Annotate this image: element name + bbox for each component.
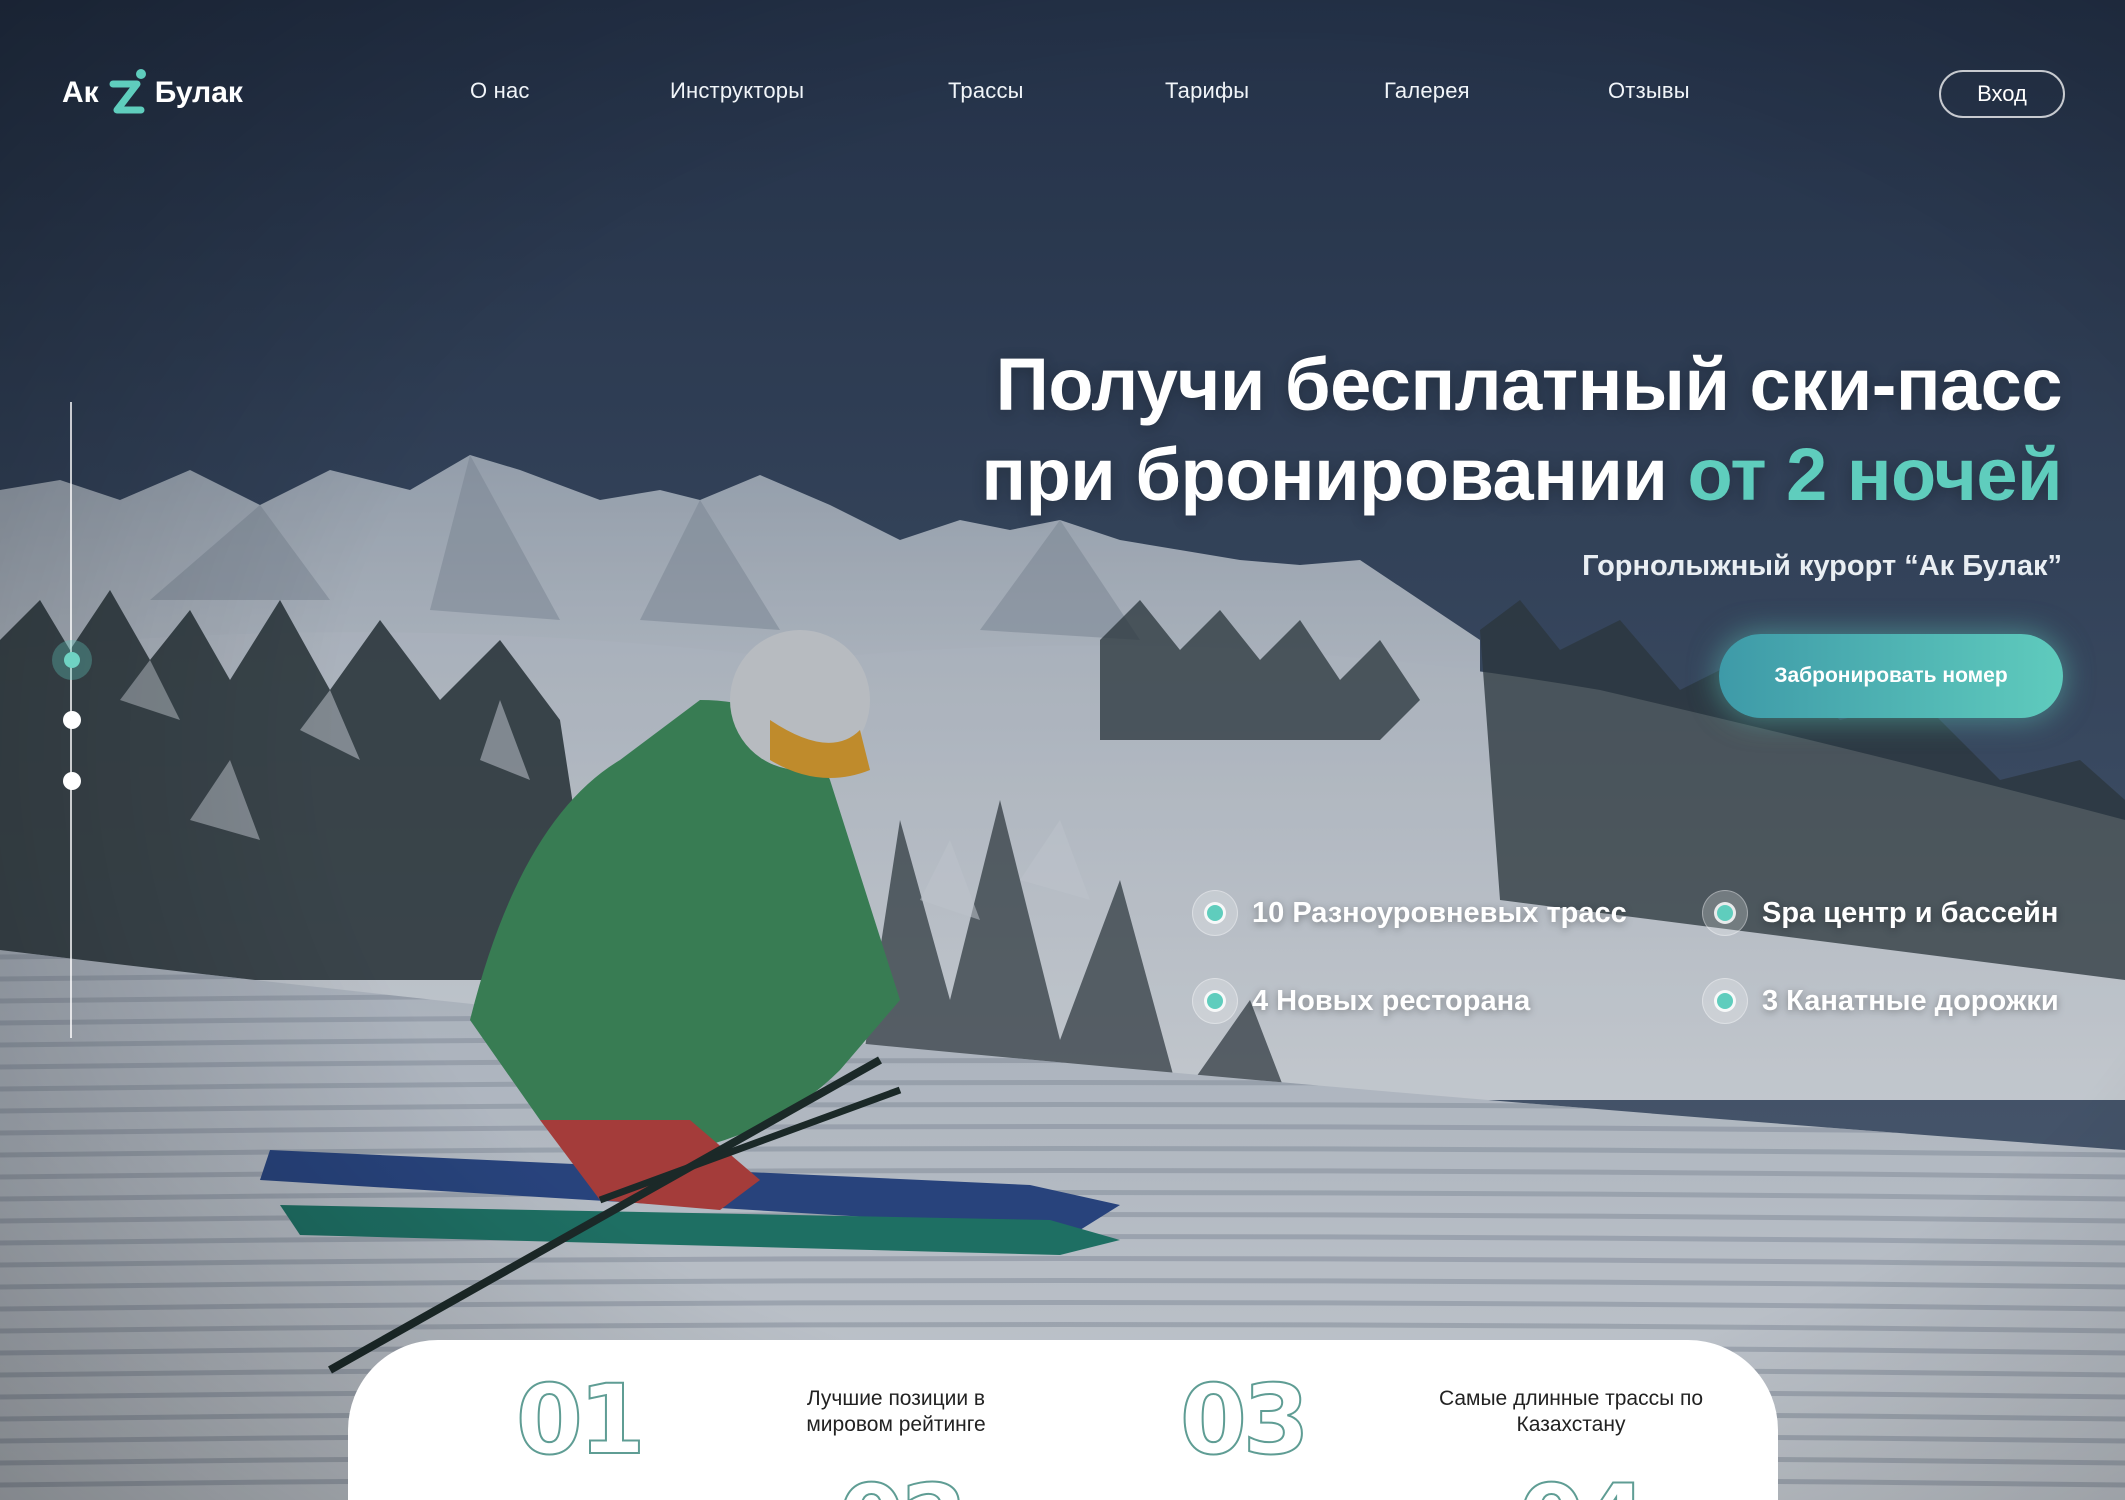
bullet-dot-icon <box>1192 890 1238 936</box>
feature-item: 10 Разноуровневых трасс <box>1192 890 1627 936</box>
nav-item-reviews[interactable]: Отзывы <box>1608 78 1690 104</box>
headline-line-1: Получи бесплатный ски-пасс <box>995 343 2063 426</box>
slider-dot-active[interactable] <box>52 640 92 680</box>
bullet-dot-icon <box>1192 978 1238 1024</box>
headline-line-2: при бронировании <box>981 433 1688 516</box>
stat-text: Лучшие позиции в мировом рейтинге <box>806 1387 986 1436</box>
headline-accent: от 2 ночей <box>1687 433 2062 516</box>
nav-item-prices[interactable]: Тарифы <box>1165 78 1249 104</box>
slider-dot[interactable] <box>63 772 81 790</box>
feature-item: Spa центр и бассейн <box>1702 890 2058 936</box>
feature-label: 4 Новых ресторана <box>1252 984 1531 1017</box>
stat-number: 03 <box>1179 1364 1311 1476</box>
nav-item-instructors[interactable]: Инструкторы <box>670 78 804 104</box>
stat-number: 04 <box>1517 1469 1649 1500</box>
feature-label: Spa центр и бассейн <box>1762 896 2059 929</box>
feature-item: 4 Новых ресторана <box>1192 978 1530 1024</box>
hero-background-image <box>0 0 2125 1500</box>
nav-item-about[interactable]: О нас <box>470 78 530 104</box>
bullet-dot-icon <box>1702 890 1748 936</box>
bullet-dot-icon <box>1702 978 1748 1024</box>
nav-item-gallery[interactable]: Галерея <box>1384 78 1470 104</box>
hero-subtitle: Горнолыжный курорт “Ак Булак” <box>1582 550 2062 582</box>
feature-item: 3 Канатные дорожки <box>1702 978 2059 1024</box>
stat-text: Самые длинные трассы по Казахстану <box>1438 1387 1704 1436</box>
book-room-button[interactable]: Забронировать номер <box>1719 634 2063 718</box>
stat-number: 02 <box>837 1469 969 1500</box>
feature-label: 10 Разноуровневых трасс <box>1252 896 1627 929</box>
slider-dot[interactable] <box>63 711 81 729</box>
hero-headline: Получи бесплатный ски-пасс при бронирова… <box>981 340 2062 520</box>
feature-label: 3 Канатные дорожки <box>1762 984 2059 1017</box>
hero-section: Ак Булак О нас Инструкторы Трассы Тарифы… <box>0 0 2125 1500</box>
login-button[interactable]: Вход <box>1939 70 2065 118</box>
nav-item-tracks[interactable]: Трассы <box>948 78 1024 104</box>
main-nav: О нас Инструкторы Трассы Тарифы Галерея … <box>0 78 2125 112</box>
stats-panel: 01 Лучшие позиции в мировом рейтинге 03 … <box>348 1340 1778 1500</box>
stat-number: 01 <box>515 1364 647 1476</box>
